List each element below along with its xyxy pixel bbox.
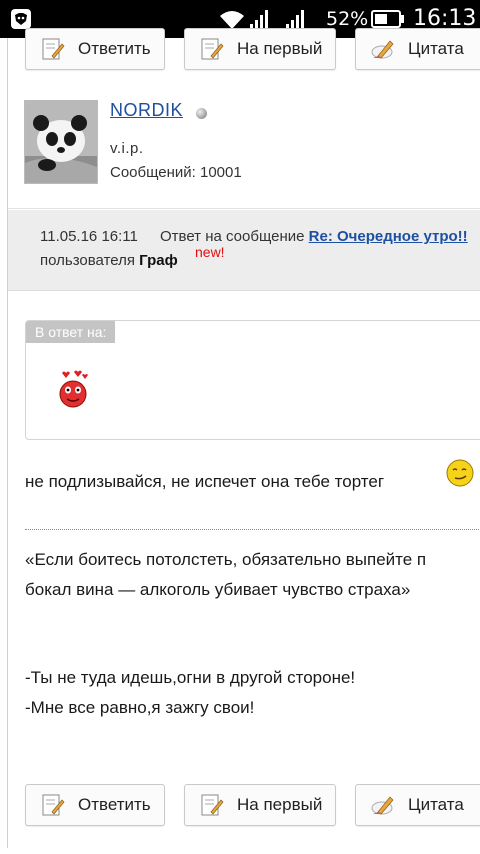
quote-button-bottom[interactable]: Цитата: [355, 784, 480, 826]
quote-block: В ответ на:: [25, 320, 480, 440]
to-first-button-label: На первый: [237, 795, 323, 814]
offline-status-icon: [196, 108, 207, 119]
reply-prefix: Ответ на сообщение: [160, 228, 305, 245]
post-frame: Ответить На первый Цитата NORDIK v.i.p. …: [7, 28, 480, 848]
avatar[interactable]: [24, 100, 98, 184]
to-first-edit-icon: [201, 38, 224, 60]
in-love-smiley-icon: [59, 370, 88, 408]
quote-button[interactable]: Цитата: [355, 28, 480, 70]
panda-avatar-image: [25, 101, 97, 183]
battery-percent: 52%: [326, 8, 369, 30]
author-post-count: Сообщений: 10001: [110, 164, 242, 181]
forum-page: Ответить На первый Цитата NORDIK v.i.p. …: [0, 28, 480, 854]
post-meta: 11.05.16 16:11 Ответ на сообщение Re: Оч…: [8, 210, 480, 291]
quote-button-label: Цитата: [408, 39, 464, 58]
signature-line-1: «Если боитесь потолстеть, обязательно вы…: [25, 550, 427, 569]
post-datetime: 11.05.16 16:11: [40, 228, 138, 245]
author-username-link[interactable]: NORDIK: [110, 100, 183, 121]
reply-to-info: Ответ на сообщение Re: Очередное утро!!: [160, 228, 468, 245]
reply-edit-icon: [42, 794, 65, 816]
to-first-button-label: На первый: [237, 39, 323, 58]
to-first-button[interactable]: На первый: [184, 28, 336, 70]
reply-button[interactable]: Ответить: [25, 28, 165, 70]
app-notification-icon: [11, 9, 31, 29]
reply-edit-icon: [42, 38, 65, 60]
user-prefix: пользователя: [40, 252, 135, 269]
new-badge: new!: [195, 244, 225, 260]
quote-label: В ответ на:: [26, 321, 116, 343]
signature-divider: [25, 529, 480, 530]
reply-topic-link[interactable]: Re: Очередное утро!!: [309, 228, 468, 245]
smirk-smiley-icon: [446, 459, 474, 487]
signature-line-4: -Мне все равно,я зажгу свои!: [25, 698, 255, 717]
to-first-button-bottom[interactable]: На первый: [184, 784, 336, 826]
reply-user-name: Граф: [139, 252, 178, 269]
quote-pen-icon: [371, 796, 394, 815]
author-profile: NORDIK v.i.p. Сообщений: 10001: [8, 96, 480, 209]
reply-button-label: Ответить: [78, 39, 151, 58]
quote-pen-icon: [371, 40, 394, 59]
quote-button-label: Цитата: [408, 795, 464, 814]
reply-button-bottom[interactable]: Ответить: [25, 784, 165, 826]
signature-line-2: бокал вина — алкоголь убивает чувство ст…: [25, 580, 411, 599]
signature-line-3: -Ты не туда идешь,огни в другой стороне!: [25, 668, 356, 687]
message-line-1: не подлизывайся, не испечет она тебе тор…: [25, 472, 385, 491]
to-first-edit-icon: [201, 794, 224, 816]
reply-user-info: пользователя Граф: [40, 252, 178, 269]
battery-icon: [371, 10, 404, 28]
reply-button-label: Ответить: [78, 795, 151, 814]
author-rank: v.i.p.: [110, 140, 144, 157]
